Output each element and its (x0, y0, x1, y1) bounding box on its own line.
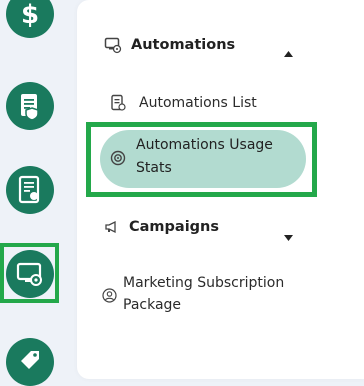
dollar-icon[interactable]: $ (6, 0, 54, 38)
rail-active-highlight (0, 243, 59, 303)
user-circle-icon (102, 288, 117, 303)
megaphone-icon (104, 219, 120, 235)
menu-section-label: Campaigns (129, 219, 220, 235)
menu-item-marketing-subscription-package[interactable]: Marketing Subscription Package (123, 272, 323, 316)
menu-section-campaigns[interactable]: Campaigns (104, 219, 219, 235)
list-document-icon (110, 94, 126, 112)
caret-up-icon[interactable] (284, 42, 293, 61)
svg-text:$: $ (21, 0, 39, 29)
report-chart-icon[interactable] (6, 166, 54, 214)
icon-rail: $ (0, 0, 62, 386)
usage-stats-icon (110, 150, 126, 166)
caret-down-icon[interactable] (284, 226, 293, 245)
menu-section-automations[interactable]: Automations (104, 36, 235, 54)
menu-item-automations-list[interactable]: Automations List (110, 94, 257, 112)
automations-icon (104, 36, 122, 54)
menu-item-label: Automations Usage Stats (136, 137, 273, 176)
menu-section-label: Automations (131, 37, 236, 53)
policy-document-icon[interactable] (6, 82, 54, 130)
menu-item-label: Automations List (139, 95, 257, 111)
